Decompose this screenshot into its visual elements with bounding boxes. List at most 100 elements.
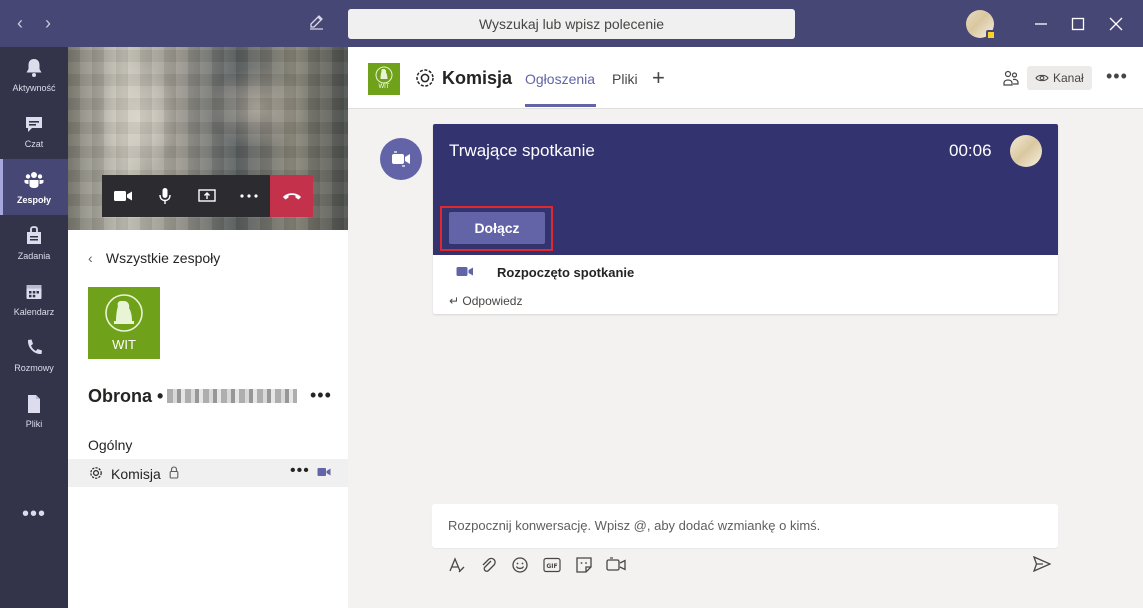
share-screen-button[interactable] — [186, 175, 228, 217]
back-arrow-icon[interactable]: ‹ — [10, 13, 30, 33]
tab-files[interactable]: Pliki — [612, 71, 638, 87]
channel-info-button[interactable]: Kanał — [1027, 66, 1092, 90]
meeting-icon — [392, 151, 410, 167]
forward-arrow-icon[interactable]: › — [38, 13, 58, 33]
teams-icon — [24, 172, 44, 188]
meeting-video-preview[interactable] — [68, 47, 348, 230]
channel-more-button[interactable]: ••• — [290, 462, 310, 480]
team-more-button[interactable]: ••• — [310, 385, 332, 406]
header-more-button[interactable]: ••• — [1106, 66, 1128, 87]
rail-item-calendar[interactable]: Kalendarz — [0, 271, 68, 327]
microphone-icon — [159, 188, 171, 204]
channel-name: Komisja — [111, 466, 161, 482]
rail-item-activity[interactable]: Aktywność — [0, 47, 68, 103]
channel-item-komisja[interactable]: Komisja ••• — [68, 459, 348, 487]
channel-title: Komisja — [442, 68, 513, 88]
gear-icon — [90, 467, 102, 479]
meeting-timer: 00:06 — [949, 141, 992, 160]
participant-avatar[interactable] — [1010, 135, 1042, 167]
meet-now-icon[interactable] — [606, 555, 626, 575]
maximize-icon[interactable] — [1066, 12, 1090, 36]
sticker-icon[interactable] — [574, 555, 594, 575]
calendar-icon — [26, 285, 42, 299]
new-chat-icon[interactable] — [308, 13, 330, 35]
more-options-button[interactable] — [228, 175, 270, 217]
rail-item-chat[interactable]: Czat — [0, 103, 68, 159]
title-bar: ‹ › Wyszukaj lub wpisz polecenie — [0, 0, 1143, 47]
rail-item-teams[interactable]: Zespoły — [0, 159, 68, 215]
active-tab-indicator — [525, 104, 596, 107]
team-logo: WIT — [88, 287, 160, 359]
team-logo-emblem-icon — [375, 66, 393, 84]
camera-button[interactable] — [102, 175, 144, 217]
team-logo-text: WIT — [112, 337, 136, 352]
team-name: Obrona • — [88, 386, 298, 407]
assignments-icon — [27, 226, 41, 244]
close-icon[interactable] — [1104, 12, 1128, 36]
team-logo-text: WIT — [378, 84, 390, 90]
svg-text:GIF: GIF — [546, 563, 557, 570]
rail-label: Czat — [24, 139, 44, 149]
tab-posts[interactable]: Ogłoszenia — [525, 71, 595, 87]
chevron-left-icon: ‹ — [88, 250, 93, 266]
app-rail: Aktywność Czat Zespoły Zadania Kalendarz… — [0, 47, 68, 608]
chat-icon — [26, 117, 42, 132]
rail-label: Kalendarz — [13, 307, 55, 317]
blurred-name — [167, 389, 298, 403]
phone-icon — [27, 339, 42, 355]
meeting-camera-icon — [317, 468, 331, 476]
team-members-icon[interactable] — [1002, 69, 1020, 87]
format-icon[interactable] — [446, 555, 466, 575]
files-icon — [28, 395, 40, 413]
reply-label: Odpowiedz — [462, 294, 523, 308]
rail-label: Rozmowy — [14, 363, 54, 373]
gif-icon[interactable]: GIF — [542, 555, 562, 575]
user-avatar[interactable] — [966, 10, 996, 40]
lock-icon — [169, 466, 179, 479]
bell-icon — [26, 59, 42, 77]
rail-label: Pliki — [25, 419, 43, 429]
meeting-card-header: Trwające spotkanie 00:06 Dołącz — [433, 124, 1058, 255]
gear-icon — [416, 69, 434, 87]
eye-icon — [1035, 74, 1049, 82]
channel-info-label: Kanał — [1053, 71, 1084, 85]
meeting-started-text: Rozpoczęto spotkanie — [497, 265, 635, 280]
minimize-icon[interactable] — [1029, 12, 1053, 36]
rail-item-calls[interactable]: Rozmowy — [0, 327, 68, 383]
team-logo-small: WIT — [368, 63, 400, 95]
team-logo-emblem-icon — [105, 294, 143, 332]
rail-item-files[interactable]: Pliki — [0, 383, 68, 439]
meeting-title: Trwające spotkanie — [449, 141, 595, 160]
rail-label: Zadania — [17, 251, 51, 261]
meeting-avatar — [380, 138, 422, 180]
microphone-button[interactable] — [144, 175, 186, 217]
teams-panel: ‹ Wszystkie zespoły WIT Obrona • ••• Ogó… — [68, 47, 348, 608]
add-tab-icon[interactable]: + — [652, 65, 665, 91]
channel-header: WIT Komisja Ogłoszenia Pliki + Kanał ••• — [348, 47, 1143, 109]
hang-up-icon — [282, 193, 301, 200]
rail-label: Zespoły — [16, 195, 51, 205]
reply-arrow-icon: ↵ — [449, 294, 460, 308]
join-meeting-button[interactable]: Dołącz — [449, 212, 545, 244]
search-input[interactable]: Wyszukaj lub wpisz polecenie — [348, 9, 795, 39]
emoji-icon[interactable] — [510, 555, 530, 575]
more-apps-icon[interactable]: ••• — [0, 503, 68, 526]
all-teams-label: Wszystkie zespoły — [105, 250, 221, 266]
all-teams-link[interactable]: ‹ Wszystkie zespoły — [88, 250, 220, 266]
rail-label: Aktywność — [12, 83, 56, 93]
reply-link[interactable]: ↵ Odpowiedz — [449, 294, 522, 308]
send-icon[interactable] — [1032, 555, 1052, 577]
share-screen-icon — [198, 189, 216, 202]
more-icon — [240, 194, 258, 198]
compose-message-input[interactable]: Rozpocznij konwersację. Wpisz @, aby dod… — [432, 504, 1058, 548]
meeting-started-icon — [456, 267, 473, 276]
attach-icon[interactable] — [478, 555, 498, 575]
hang-up-button[interactable] — [270, 175, 313, 217]
team-name-label: Obrona • — [88, 386, 164, 406]
call-controls — [102, 175, 313, 217]
section-general[interactable]: Ogólny — [88, 437, 132, 453]
meeting-card: Trwające spotkanie 00:06 Dołącz Rozpoczę… — [433, 124, 1058, 314]
camera-icon — [114, 191, 132, 201]
rail-item-assignments[interactable]: Zadania — [0, 215, 68, 271]
status-badge — [986, 30, 996, 40]
